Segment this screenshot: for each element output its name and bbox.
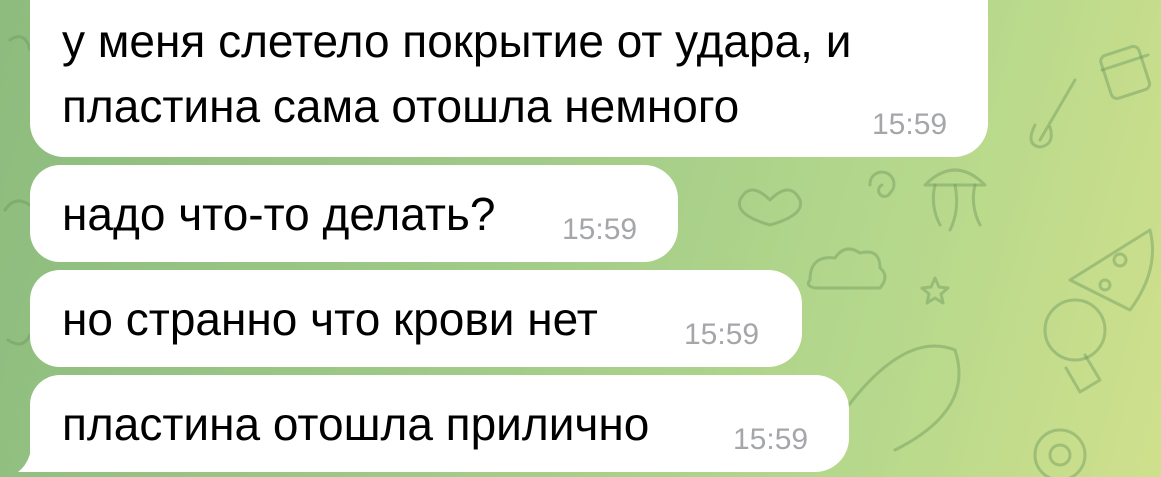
message-timestamp: 15:59 [733, 423, 809, 456]
message-timestamp: 15:59 [872, 108, 948, 141]
message-bubble[interactable]: но странно что крови нет 15:59 [30, 270, 802, 367]
leaf-icon [843, 344, 961, 452]
bubble-tail [18, 430, 54, 472]
swirl-icon-left [3, 35, 32, 346]
cloud-icon [806, 247, 887, 290]
message-bubble[interactable]: надо что-то делать? 15:59 [30, 165, 678, 262]
lightbulb-icon [1043, 298, 1107, 394]
message-bubble[interactable]: у меня слетело покрытие от удара, и плас… [30, 0, 988, 157]
gift-icon [1099, 44, 1152, 100]
message-bubble[interactable]: пластина отошла прилично 15:59 [30, 375, 849, 472]
message-text: пластина отошла прилично [62, 398, 650, 450]
heart-icon [737, 188, 803, 227]
swirl-icon [868, 170, 896, 198]
paintbrush-icon [1029, 78, 1077, 149]
message-timestamp: 15:59 [562, 213, 638, 246]
jellyfish-icon [923, 168, 987, 232]
message-timestamp: 15:59 [684, 318, 760, 351]
star-icon [920, 276, 950, 305]
billiard-ball-icon [1033, 428, 1087, 477]
message-text: надо что-то делать? [62, 188, 496, 240]
message-text: у меня слетело покрытие от удара, и [62, 15, 852, 67]
pizza-icon [1068, 228, 1154, 312]
message-text: пластина сама отошла немного [62, 80, 740, 132]
message-text: но странно что крови нет [62, 293, 598, 345]
